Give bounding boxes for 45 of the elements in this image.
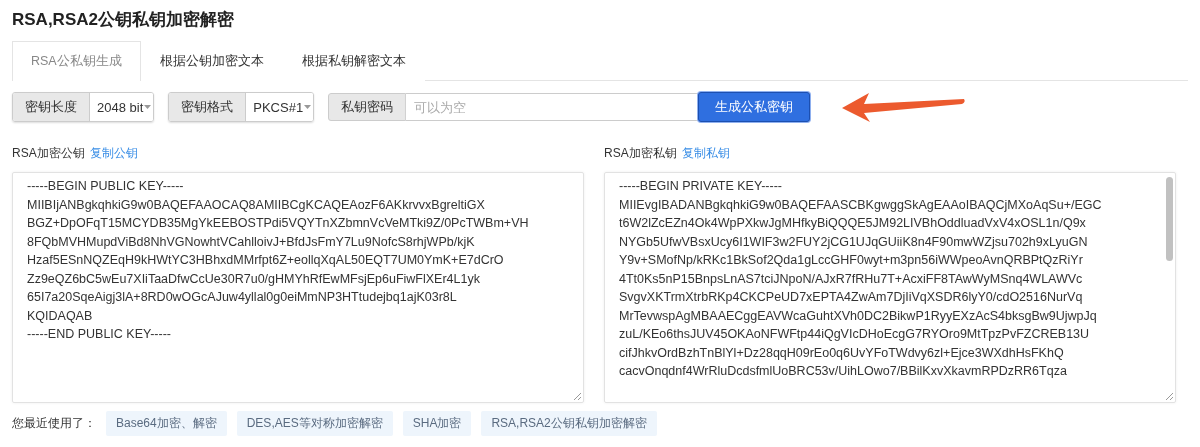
key-line: 4Tt0Ks5nP15BnpsLnAS7tciJNpoN/AJxR7fRHu7T+AcxiFF8TAwWyMSnq4WLAWVc <box>619 270 1084 288</box>
key-line: -----BEGIN PUBLIC KEY----- <box>27 178 185 195</box>
resize-handle-icon[interactable] <box>573 392 581 400</box>
key-line: zuL/KEo6thsJUV45OKAoNFWFtp44iQgVIcDHoEcgG7RYOro9MtTpzPvFZCREB13U <box>619 326 1091 343</box>
copy-link[interactable]: 复制私钥 <box>681 145 730 162</box>
caret-icon <box>304 104 312 110</box>
field-label: 密钥长度 <box>13 93 90 121</box>
key-line: -----END PUBLIC KEY----- <box>27 326 172 343</box>
key-line: 65I7a20SqeAigj3lA+8RD0wOGcAJuw4yllal0g0eiMmNP3HTtudejbq1ajK03r8L <box>27 289 458 306</box>
key-line: MIIBIjANBgkqhkiG9w0BAQEFAAOCAQ8AMIIBCgKCAQEAozF6AKkrvvxBgreltiGX <box>27 196 486 214</box>
panel-label: RSA加密公钥 <box>12 145 85 162</box>
key-line: t6W2lZcEZn4Ok4WpPXkwJgMHfkyBiQQQE5JM92LIVBhOddluadVxV4xOSL1n/Q9x <box>619 215 1087 232</box>
tab[interactable]: RSA公私钥生成 <box>12 41 141 81</box>
recent-label: 您最近使用了： <box>12 415 96 432</box>
recent-link[interactable]: DES,AES等对称加密解密 <box>236 411 393 436</box>
recent-link[interactable]: RSA,RSA2公钥私钥加密解密 <box>481 411 657 436</box>
generate-button[interactable]: 生成公私密钥 <box>698 92 811 122</box>
key-line: BGZ+DpOFqT15MCYDB35MgYkEEBOSTPdi5VQYTnXZbmnVcVeMTki9Z/0PcTWBm+VH <box>27 215 530 232</box>
key-line: 8FQbMVHMupdViBd8NhVGNowhtVCahlloivJ+BfdJsFmY7Lu9NofcS8rhjWPb/kjK <box>27 233 476 251</box>
key-line: Y9v+SMofNp/kRKc1BkSof2Qda1gLccGHF0wyt+m3pn56iWWpeoAvnQRBPtQzRiYr <box>619 252 1084 269</box>
key-line: MIIEvgIBADANBgkqhkiG9w0BAQEFAASCBKgwggSkAgEAAoIBAQCjMXoAqSu+/EGC <box>619 196 1103 214</box>
field-label: 密钥格式 <box>169 93 247 121</box>
key-line: KQIDAQAB <box>27 307 94 325</box>
key-line: NYGb5UfwVBsxUcy6I1WIF3w2FUY2jCG1UJqGUiiK8n4F90mwWZjsu702h9xLyuGN <box>619 233 1089 251</box>
caret-icon <box>144 104 152 110</box>
key-line: Zz9eQZ6bC5wEu7XIiTaaDfwCcUe30R7u0/gHMYhRfEwMFsjEp6uFiwFlXEr4L1yk <box>27 270 481 288</box>
key-line: SvgvXKTrmXtrbRKp4CKCPeUD7xEPTA4ZwAm7DjIiVqXSDR6lyY0/cdO2516NurVq <box>619 289 1084 306</box>
key-textarea[interactable] <box>604 172 1176 403</box>
key-line: MrTevwspAgMBAAECggEAVWcaGuhtXVh0DC2BikwP1RyyEXzAcS4bksgBw9UjwpJq <box>619 307 1098 325</box>
recent-link[interactable]: SHA加密 <box>402 411 472 436</box>
input-field[interactable]: 可以为空 <box>406 93 700 121</box>
key-textarea[interactable] <box>12 172 584 403</box>
scrollbar-thumb[interactable] <box>1166 177 1173 261</box>
dropdown[interactable]: PKCS#1 <box>246 93 314 121</box>
dropdown[interactable]: 2048 bit <box>90 93 154 121</box>
page-title: RSA,RSA2公钥私钥加密解密 <box>12 9 235 31</box>
key-line: -----BEGIN PRIVATE KEY----- <box>619 178 783 195</box>
copy-link[interactable]: 复制公钥 <box>89 145 138 162</box>
field-label: 私钥密码 <box>328 93 407 121</box>
key-line: cacvOnqdnf4WrRluDcdsfmlUoBRC53v/UihLOwo7/BBilKxvXkavmRPDzRR6Tqza <box>619 363 1068 380</box>
key-line: Hzaf5ESnNQZEqH9kHWtYC3HBhxdMMrfpt6Z+eollqXqAL50EQT7UM0YmK+E7dCrO <box>27 252 505 269</box>
key-line: cifJhkvOrdBzhTnBlYl+Dz28qqH09rEo0q6UvYFoTWdvy6zl+Ejce3WXdhHsFKhQ <box>619 344 1065 362</box>
recent-link[interactable]: Base64加密、解密 <box>106 411 227 436</box>
resize-handle-icon[interactable] <box>1165 392 1173 400</box>
panel-label: RSA加密私钥 <box>604 145 677 162</box>
